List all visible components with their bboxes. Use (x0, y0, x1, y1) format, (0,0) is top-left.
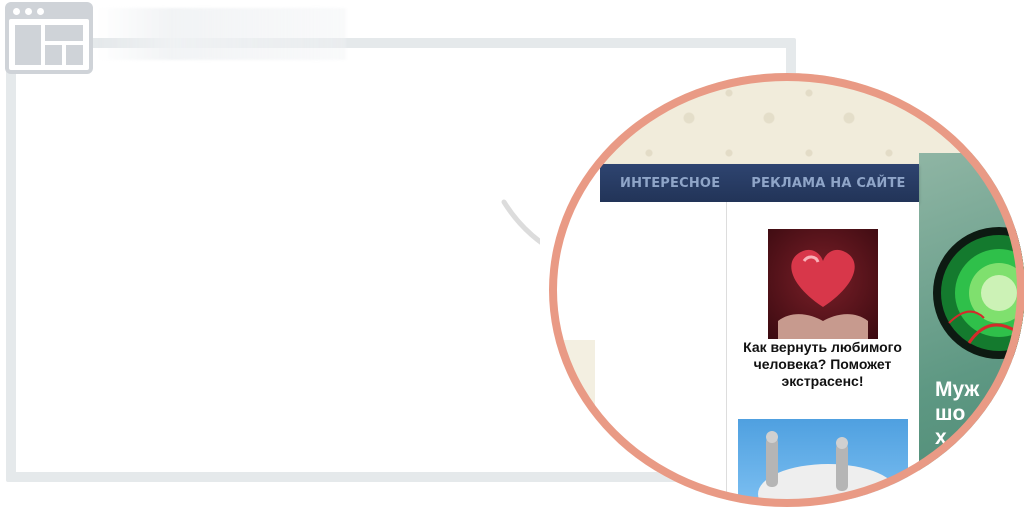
ad-block-heart[interactable]: Как вернуть любимого человека? Поможет э… (730, 229, 915, 390)
ad-text[interactable]: Как вернуть любимого человека? Поможет э… (730, 339, 915, 390)
illustration: Муж шо х ИНТЕРЕСНОЕ РЕКЛАМА НА САЙТЕ Как… (0, 0, 1024, 511)
plug-icon (757, 431, 898, 499)
ring-gap (540, 150, 600, 340)
faded-header (96, 8, 346, 60)
top-navigation: ИНТЕРЕСНОЕ РЕКЛАМА НА САЙТЕ (595, 164, 919, 202)
power-plug-image[interactable] (737, 419, 908, 499)
column-divider (726, 202, 727, 507)
browser-window-icon (5, 2, 93, 74)
nav-item-interesting[interactable]: ИНТЕРЕСНОЕ (595, 176, 738, 191)
ad-block-plug[interactable] (730, 419, 915, 499)
heart-icon (777, 249, 868, 339)
nav-item-advertising[interactable]: РЕКЛАМА НА САЙТЕ (738, 176, 923, 191)
gauge-icon (933, 227, 1024, 359)
magnified-view: Муж шо х ИНТЕРЕСНОЕ РЕКЛАМА НА САЙТЕ Как… (549, 73, 1024, 507)
side-banner-text: Муж шо х (935, 378, 980, 449)
heart-in-hands-image[interactable] (767, 229, 878, 339)
page-content: Как вернуть любимого человека? Поможет э… (595, 202, 919, 507)
